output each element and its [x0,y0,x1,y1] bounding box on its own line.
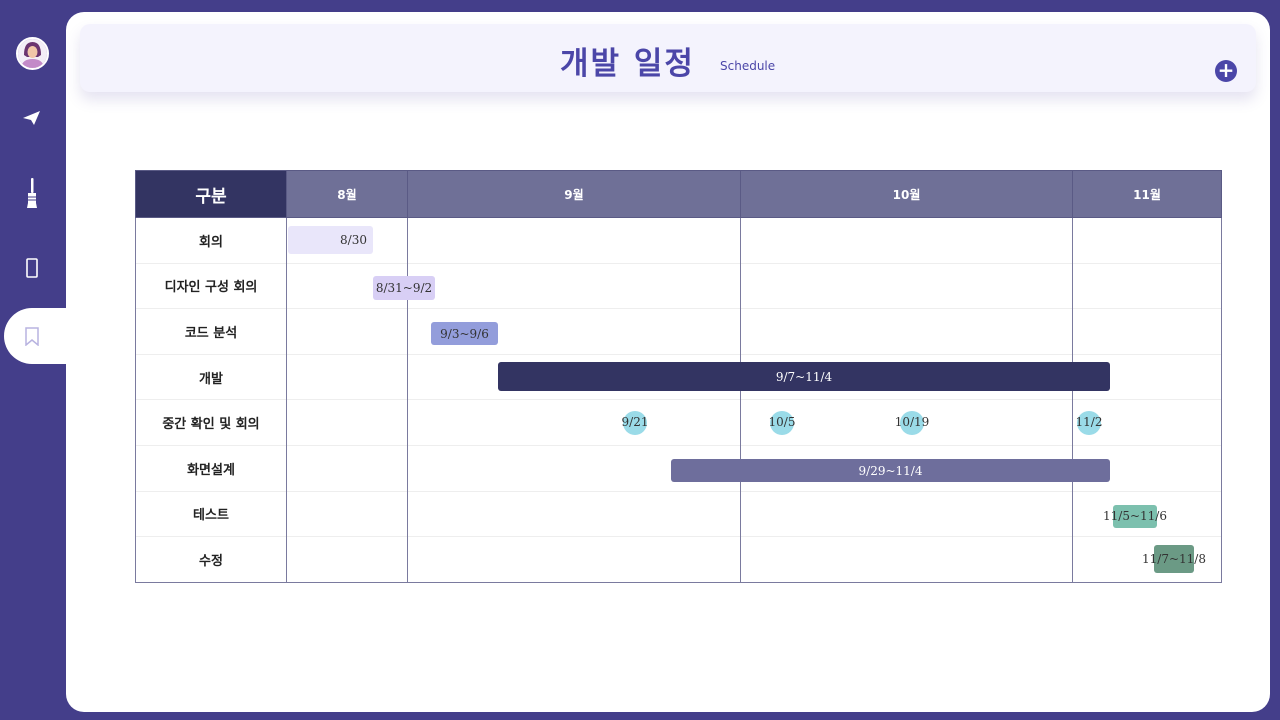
bar-code-analysis[interactable]: 9/3~9/6 [431,322,498,345]
table-row: 수정 [135,536,1222,583]
row-label: 중간 확인 및 회의 [135,399,287,446]
column-header-month: 11월 [1072,170,1222,218]
bar-screen-design[interactable]: 9/29~11/4 [671,459,1110,482]
row-label: 회의 [135,217,287,264]
row-label: 개발 [135,353,287,400]
bar-development[interactable]: 9/7~11/4 [498,362,1110,391]
table-row: 코드 분석 [135,308,1222,355]
paper-plane-icon[interactable] [14,100,50,136]
bar-test-label: 11/5~11/6 [1103,509,1167,523]
row-label: 코드 분석 [135,308,287,355]
page-subtitle: Schedule [720,59,776,73]
column-header-category: 구분 [135,170,287,218]
table-row: 디자인 구성 회의 [135,262,1222,309]
bookmark-icon[interactable] [14,318,50,354]
avatar[interactable] [16,37,49,70]
bar-meeting[interactable]: 8/30 [288,226,373,254]
mobile-icon[interactable] [14,250,50,286]
column-header-month: 8월 [286,170,408,218]
milestone-label: 10/19 [894,415,930,429]
table-header-row: 구분 8월 9월 10월 11월 [135,170,1222,218]
row-label: 화면설계 [135,444,287,492]
brush-icon[interactable] [14,175,50,211]
milestone-label: 9/21 [621,415,649,429]
column-header-month: 9월 [407,170,741,218]
table-row: 테스트 [135,490,1222,537]
row-label: 테스트 [135,490,287,537]
milestone-label: 10/5 [768,415,796,429]
row-label: 수정 [135,536,287,583]
page-title: 개발 일정 [560,46,695,82]
column-header-month: 10월 [740,170,1073,218]
add-button[interactable]: + [1215,60,1237,82]
bar-design-meeting[interactable]: 8/31~9/2 [373,276,435,300]
milestone-label: 11/2 [1075,415,1103,429]
row-label: 디자인 구성 회의 [135,262,287,309]
bar-fix-label: 11/7~11/8 [1142,552,1206,566]
